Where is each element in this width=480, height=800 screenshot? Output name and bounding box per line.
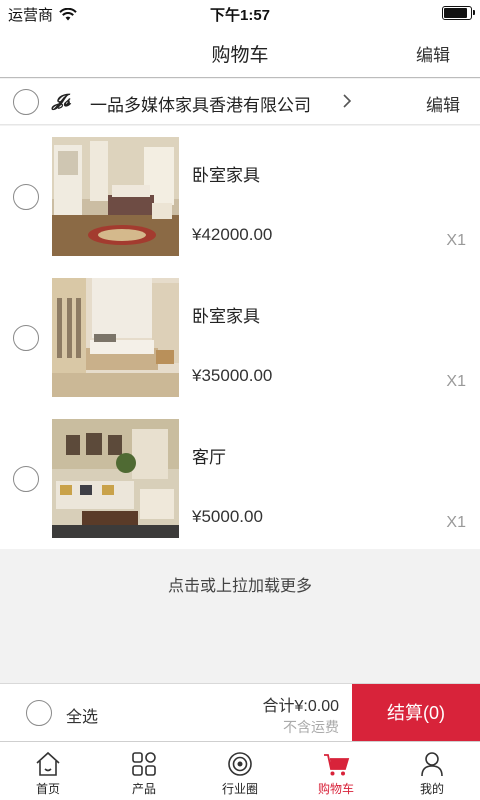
shop-logo: 𝓙𝓼 [52,91,71,111]
shop-select-radio[interactable] [13,89,39,115]
item-select-radio[interactable] [13,184,39,210]
shipping-note: 不含运费 [283,719,339,735]
tab-label: 首页 [35,782,60,796]
circle-icon [228,752,252,776]
tab-cart[interactable]: 购物车 [288,742,384,800]
tab-home[interactable]: 首页 [0,742,96,800]
checkout-button[interactable]: 结算(0) [352,684,480,742]
tab-label: 我的 [419,782,444,796]
tab-bar: 首页 产品 行业圈 购物车 我的 [0,741,480,800]
shop-edit-button[interactable]: 编辑 [426,91,460,116]
cart-icon [324,754,350,776]
tab-products[interactable]: 产品 [96,742,192,800]
product-price: ¥42000.00 [192,225,273,244]
cart-item: 卧室家具 ¥35000.00 X1 [0,267,480,408]
user-icon [421,752,443,777]
cart-item: 卧室家具 ¥42000.00 X1 [0,126,480,267]
edit-button[interactable]: 编辑 [416,41,450,66]
chevron-right-icon[interactable] [338,91,356,111]
tab-profile[interactable]: 我的 [384,742,480,800]
status-time: 下午1:57 [209,7,271,24]
total-amount: 合计¥:0.00 [262,698,340,715]
grid-icon [132,752,156,776]
tab-label: 行业圈 [221,782,258,796]
battery-icon [442,6,475,20]
select-all-radio[interactable] [26,700,52,726]
checkout-bar: 全选 合计¥:0.00 不含运费 结算(0) [0,683,480,742]
home-icon [36,751,60,776]
tab-label: 购物车 [317,782,354,796]
product-image-living-room[interactable] [52,419,179,538]
product-image-bedroom-classic[interactable] [52,137,179,256]
product-quantity: X1 [446,373,466,390]
nav-bar: 购物车 编辑 [0,26,480,78]
page-title: 购物车 [211,45,269,66]
item-select-radio[interactable] [13,325,39,351]
product-name[interactable]: 客厅 [192,443,226,468]
load-more-button[interactable]: 点击或上拉加载更多 [0,549,480,625]
product-name[interactable]: 卧室家具 [192,161,260,186]
tab-industry-circle[interactable]: 行业圈 [192,742,288,800]
status-bar: 运营商 下午1:57 [0,0,480,26]
product-price: ¥35000.00 [192,366,273,385]
product-name[interactable]: 卧室家具 [192,302,260,327]
shop-header: 𝓙𝓼 一品多媒体家具香港有限公司 编辑 [0,79,480,125]
product-image-bedroom-modern[interactable] [52,278,179,397]
cart-item: 客厅 ¥5000.00 X1 [0,408,480,549]
product-price: ¥5000.00 [192,507,263,526]
item-select-radio[interactable] [13,466,39,492]
battery-level [444,8,468,18]
product-quantity: X1 [446,514,466,531]
select-all-label[interactable]: 全选 [66,703,98,727]
shop-name[interactable]: 一品多媒体家具香港有限公司 [90,91,311,116]
tab-label: 产品 [131,782,156,796]
product-quantity: X1 [446,232,466,249]
